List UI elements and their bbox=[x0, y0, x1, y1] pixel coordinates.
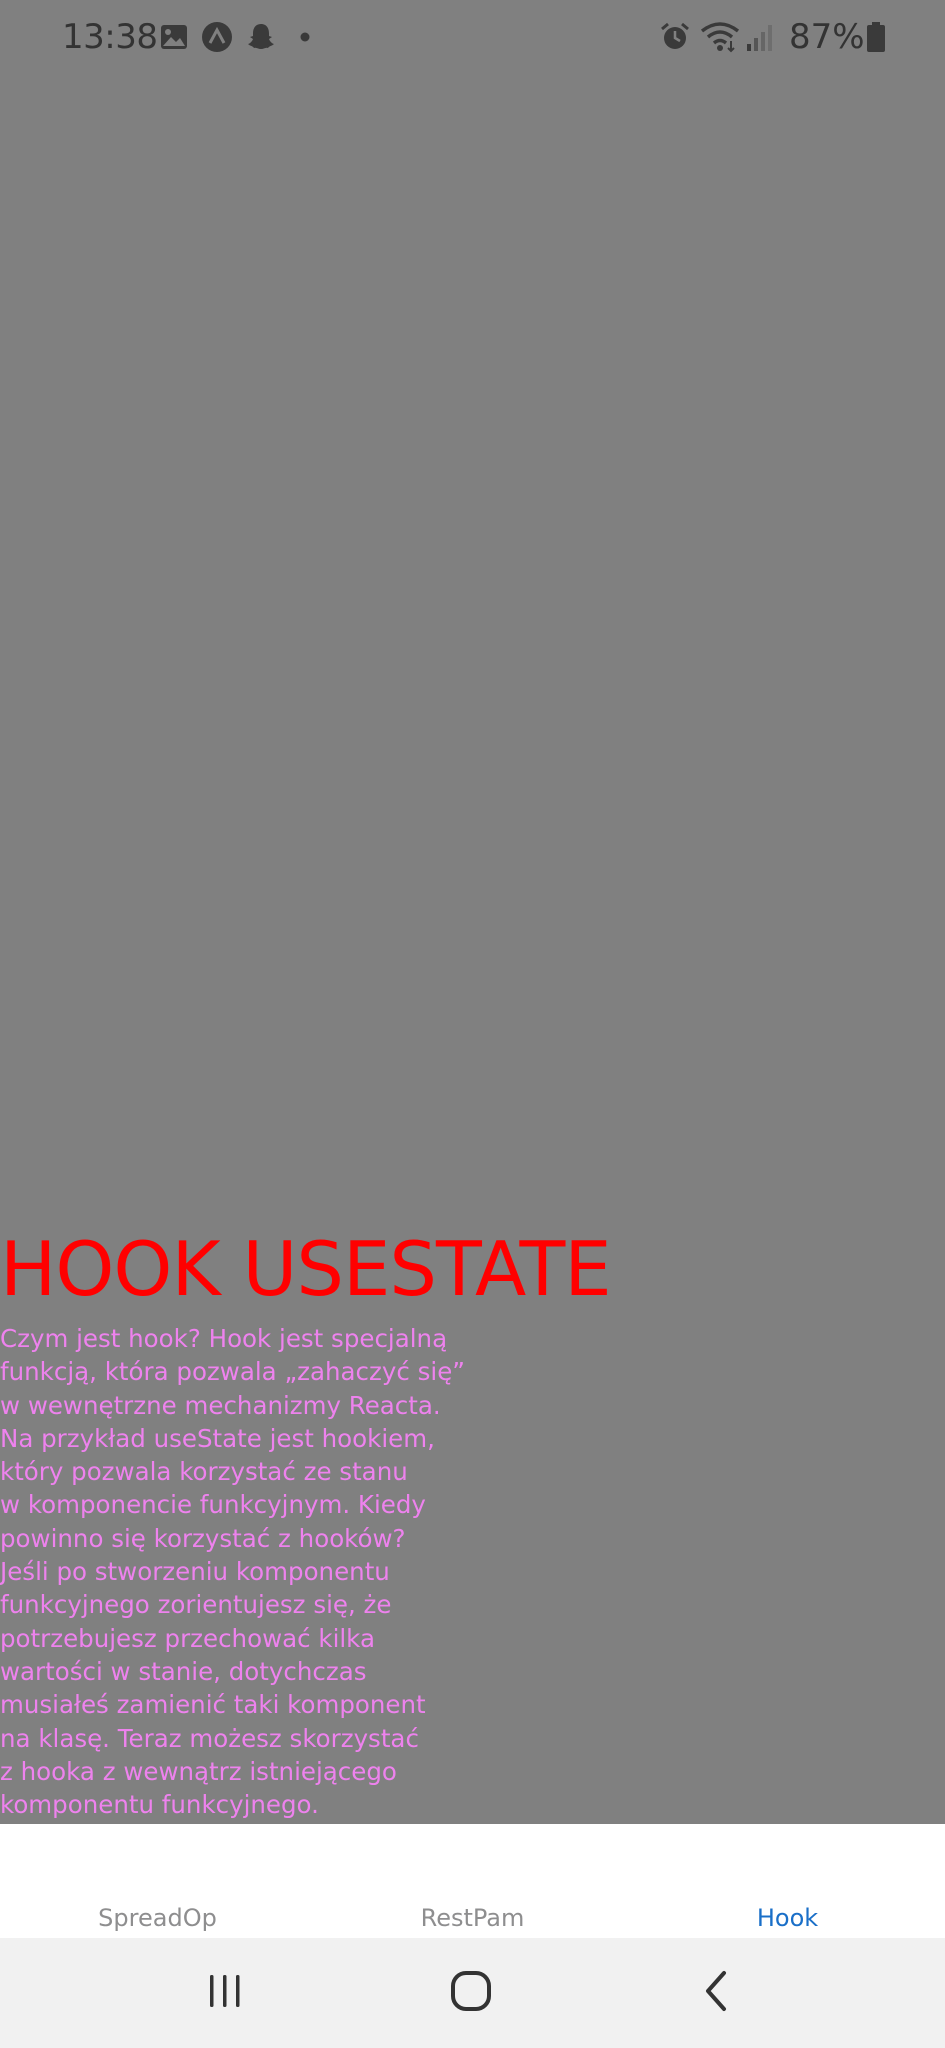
recent-apps-button[interactable] bbox=[165, 1938, 285, 2048]
status-bar: 13:38 87% bbox=[0, 0, 945, 74]
back-icon bbox=[697, 1969, 737, 2017]
hook-screen: HOOK USESTATE Czym jest hook? Hook jest … bbox=[0, 74, 945, 1824]
battery-icon bbox=[866, 20, 886, 54]
system-nav-bar bbox=[0, 1938, 945, 2048]
tab-hook[interactable]: Hook bbox=[630, 1824, 945, 1938]
image-icon bbox=[160, 20, 188, 54]
alarm-icon bbox=[659, 20, 691, 54]
back-button[interactable] bbox=[657, 1938, 777, 2048]
status-time: 13:38 bbox=[62, 17, 158, 57]
signal-icon bbox=[745, 20, 775, 54]
tab-restpam[interactable]: RestPam bbox=[315, 1824, 630, 1938]
page-title: HOOK USESTATE bbox=[0, 1225, 612, 1313]
snapchat-icon bbox=[245, 20, 277, 54]
app-icon bbox=[201, 20, 233, 54]
tab-label: RestPam bbox=[420, 1904, 525, 1932]
bottom-tab-bar: SpreadOp RestPam Hook bbox=[0, 1824, 945, 1938]
dot-icon bbox=[298, 20, 312, 54]
home-icon bbox=[449, 1969, 493, 2017]
tab-label: Hook bbox=[756, 1904, 819, 1932]
battery-percent: 87% bbox=[789, 17, 865, 57]
hook-description: Czym jest hook? Hook jest specjalną funk… bbox=[0, 1324, 465, 1820]
wifi-icon bbox=[700, 20, 740, 54]
recent-apps-icon bbox=[205, 1971, 245, 2015]
tab-label: SpreadOp bbox=[98, 1904, 217, 1932]
tab-spreadop[interactable]: SpreadOp bbox=[0, 1824, 315, 1938]
home-button[interactable] bbox=[411, 1938, 531, 2048]
